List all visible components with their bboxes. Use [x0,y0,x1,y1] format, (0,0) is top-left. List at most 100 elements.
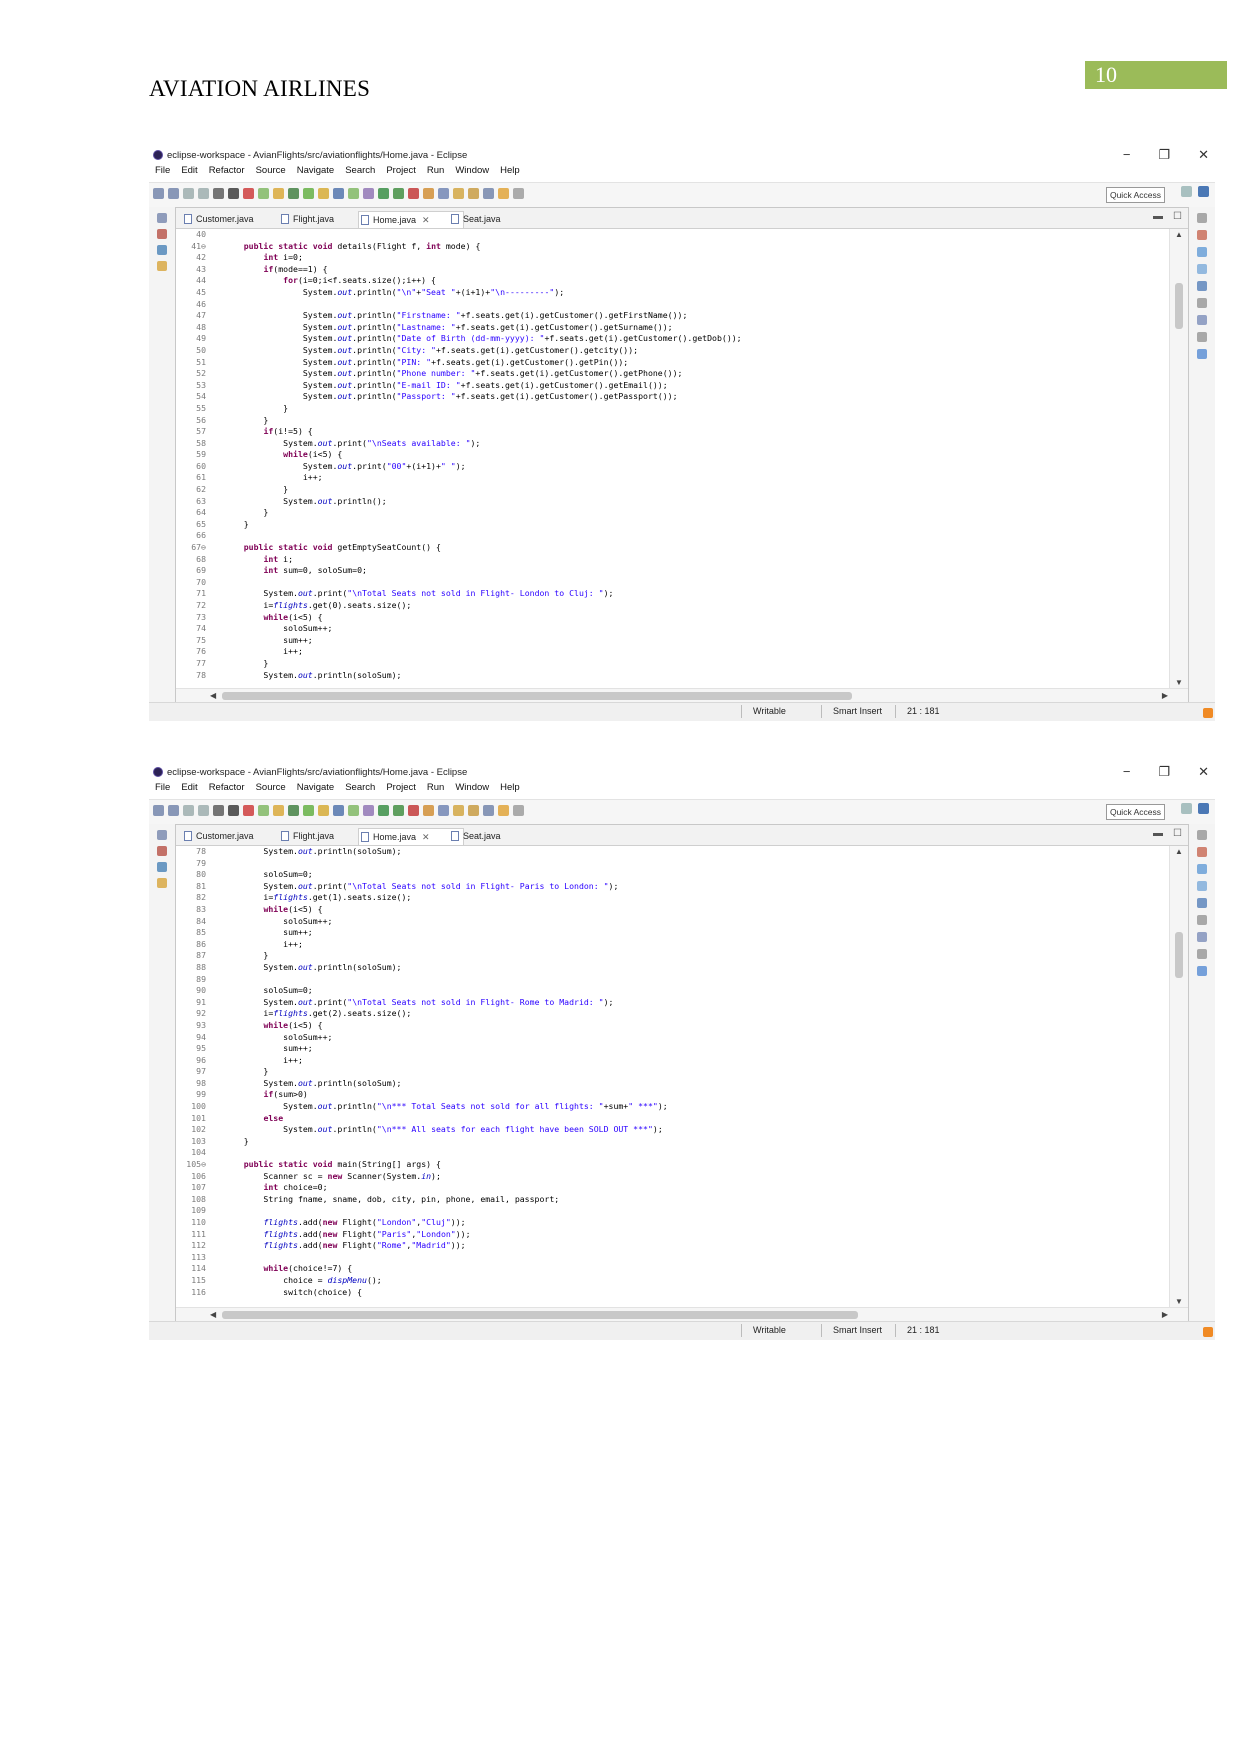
toolbar-icon[interactable] [213,188,224,199]
toolbar-icon[interactable] [153,188,164,199]
editor-tab[interactable]: Flight.java [279,211,365,227]
toolbar-icon[interactable] [453,805,464,816]
menu-item[interactable]: Project [386,165,416,181]
toolbar-icon[interactable] [168,805,179,816]
close-button[interactable]: ✕ [1198,764,1209,780]
close-tab-icon[interactable]: ✕ [422,832,430,842]
toolbar-icon[interactable] [453,188,464,199]
menu-item[interactable]: File [155,782,170,798]
toolbar-icon[interactable] [153,805,164,816]
menu-item[interactable]: Edit [181,782,197,798]
editor-tab[interactable]: Seat.java [449,828,523,844]
toolbar-icon[interactable] [213,805,224,816]
side-view-icon[interactable] [1197,298,1207,308]
scroll-left-icon[interactable]: ◀ [210,1310,216,1319]
side-view-icon[interactable] [157,878,167,888]
toolbar-icon[interactable] [243,805,254,816]
toolbar-icon[interactable] [378,805,389,816]
toolbar-icon[interactable] [183,188,194,199]
editor-tab[interactable]: Customer.java [182,211,280,227]
quick-access-input[interactable]: Quick Access [1105,187,1165,203]
toolbar-icon[interactable] [468,805,479,816]
side-view-icon[interactable] [1197,949,1207,959]
maximize-editor-icon[interactable]: ☐ [1173,211,1182,222]
toolbar-icon[interactable] [198,805,209,816]
toolbar-icon[interactable] [288,188,299,199]
side-view-icon[interactable] [1197,230,1207,240]
toolbar-icon[interactable] [258,805,269,816]
scroll-down-icon[interactable]: ▼ [1175,1297,1183,1306]
toolbar-icon[interactable] [363,805,374,816]
side-view-icon[interactable] [157,261,167,271]
menu-item[interactable]: Help [500,782,520,798]
close-tab-icon[interactable]: ✕ [422,215,430,225]
toolbar-icon[interactable] [228,188,239,199]
close-button[interactable]: ✕ [1198,147,1209,163]
code-editor[interactable]: Customer.java Flight.java Home.java ✕ Seat.j… [175,207,1189,705]
toolbar-icon[interactable] [303,805,314,816]
toolbar-icon[interactable] [348,805,359,816]
toolbar-icon[interactable] [333,188,344,199]
quick-access-input[interactable]: Quick Access [1105,804,1165,820]
side-view-icon[interactable] [1197,247,1207,257]
side-view-icon[interactable] [1197,213,1207,223]
minimize-button[interactable]: − [1123,147,1131,163]
menu-item[interactable]: Search [345,782,375,798]
toolbar-icon[interactable] [258,188,269,199]
side-view-icon[interactable] [1197,847,1207,857]
toolbar-icon[interactable] [513,805,524,816]
toolbar-icon[interactable] [273,188,284,199]
menu-item[interactable]: Navigate [297,782,335,798]
scroll-right-icon[interactable]: ▶ [1162,1310,1168,1319]
editor-tab[interactable]: Seat.java [449,211,523,227]
scroll-up-icon[interactable]: ▲ [1175,847,1183,856]
restore-button[interactable]: ❐ [1158,764,1170,780]
toolbar-icon[interactable] [183,805,194,816]
vertical-scrollbar[interactable]: ▲ ▼ [1169,846,1188,1307]
toolbar-icon[interactable] [168,188,179,199]
toolbar-icon[interactable] [393,805,404,816]
menu-item[interactable]: Refactor [209,782,245,798]
menu-item[interactable]: Source [256,782,286,798]
scroll-right-icon[interactable]: ▶ [1162,691,1168,700]
toolbar-icon[interactable] [243,188,254,199]
toolbar-icon[interactable] [483,188,494,199]
side-view-icon[interactable] [157,862,167,872]
java-perspective-icon[interactable] [1198,186,1209,197]
restore-button[interactable]: ❐ [1158,147,1170,163]
toolbar-icon[interactable] [288,805,299,816]
menu-item[interactable]: Help [500,165,520,181]
side-view-icon[interactable] [157,229,167,239]
maximize-editor-icon[interactable]: ☐ [1173,828,1182,839]
side-view-icon[interactable] [1197,932,1207,942]
toolbar-icon[interactable] [318,188,329,199]
side-view-icon[interactable] [1197,864,1207,874]
toolbar-icon[interactable] [228,805,239,816]
toolbar-icon[interactable] [438,188,449,199]
side-view-icon[interactable] [1197,332,1207,342]
side-view-icon[interactable] [1197,915,1207,925]
toolbar-icon[interactable] [333,805,344,816]
side-view-icon[interactable] [1197,281,1207,291]
vertical-scroll-thumb[interactable] [1175,932,1183,978]
side-view-icon[interactable] [1197,966,1207,976]
toolbar-icon[interactable] [498,188,509,199]
side-view-icon[interactable] [1197,898,1207,908]
perspective-icon[interactable] [1181,803,1192,814]
horizontal-scroll-thumb[interactable] [222,692,852,700]
toolbar-icon[interactable] [468,188,479,199]
menu-item[interactable]: Navigate [297,165,335,181]
menu-item[interactable]: Edit [181,165,197,181]
scroll-down-icon[interactable]: ▼ [1175,678,1183,687]
java-perspective-icon[interactable] [1198,803,1209,814]
toolbar-icon[interactable] [273,805,284,816]
editor-tab[interactable]: Flight.java [279,828,365,844]
menu-item[interactable]: Run [427,165,444,181]
code-editor[interactable]: Customer.java Flight.java Home.java ✕ Seat.j… [175,824,1189,1324]
side-view-icon[interactable] [157,245,167,255]
perspective-icon[interactable] [1181,186,1192,197]
minimize-editor-icon[interactable]: ▬ [1153,211,1163,222]
menu-item[interactable]: Run [427,782,444,798]
toolbar-icon[interactable] [378,188,389,199]
side-view-icon[interactable] [1197,264,1207,274]
